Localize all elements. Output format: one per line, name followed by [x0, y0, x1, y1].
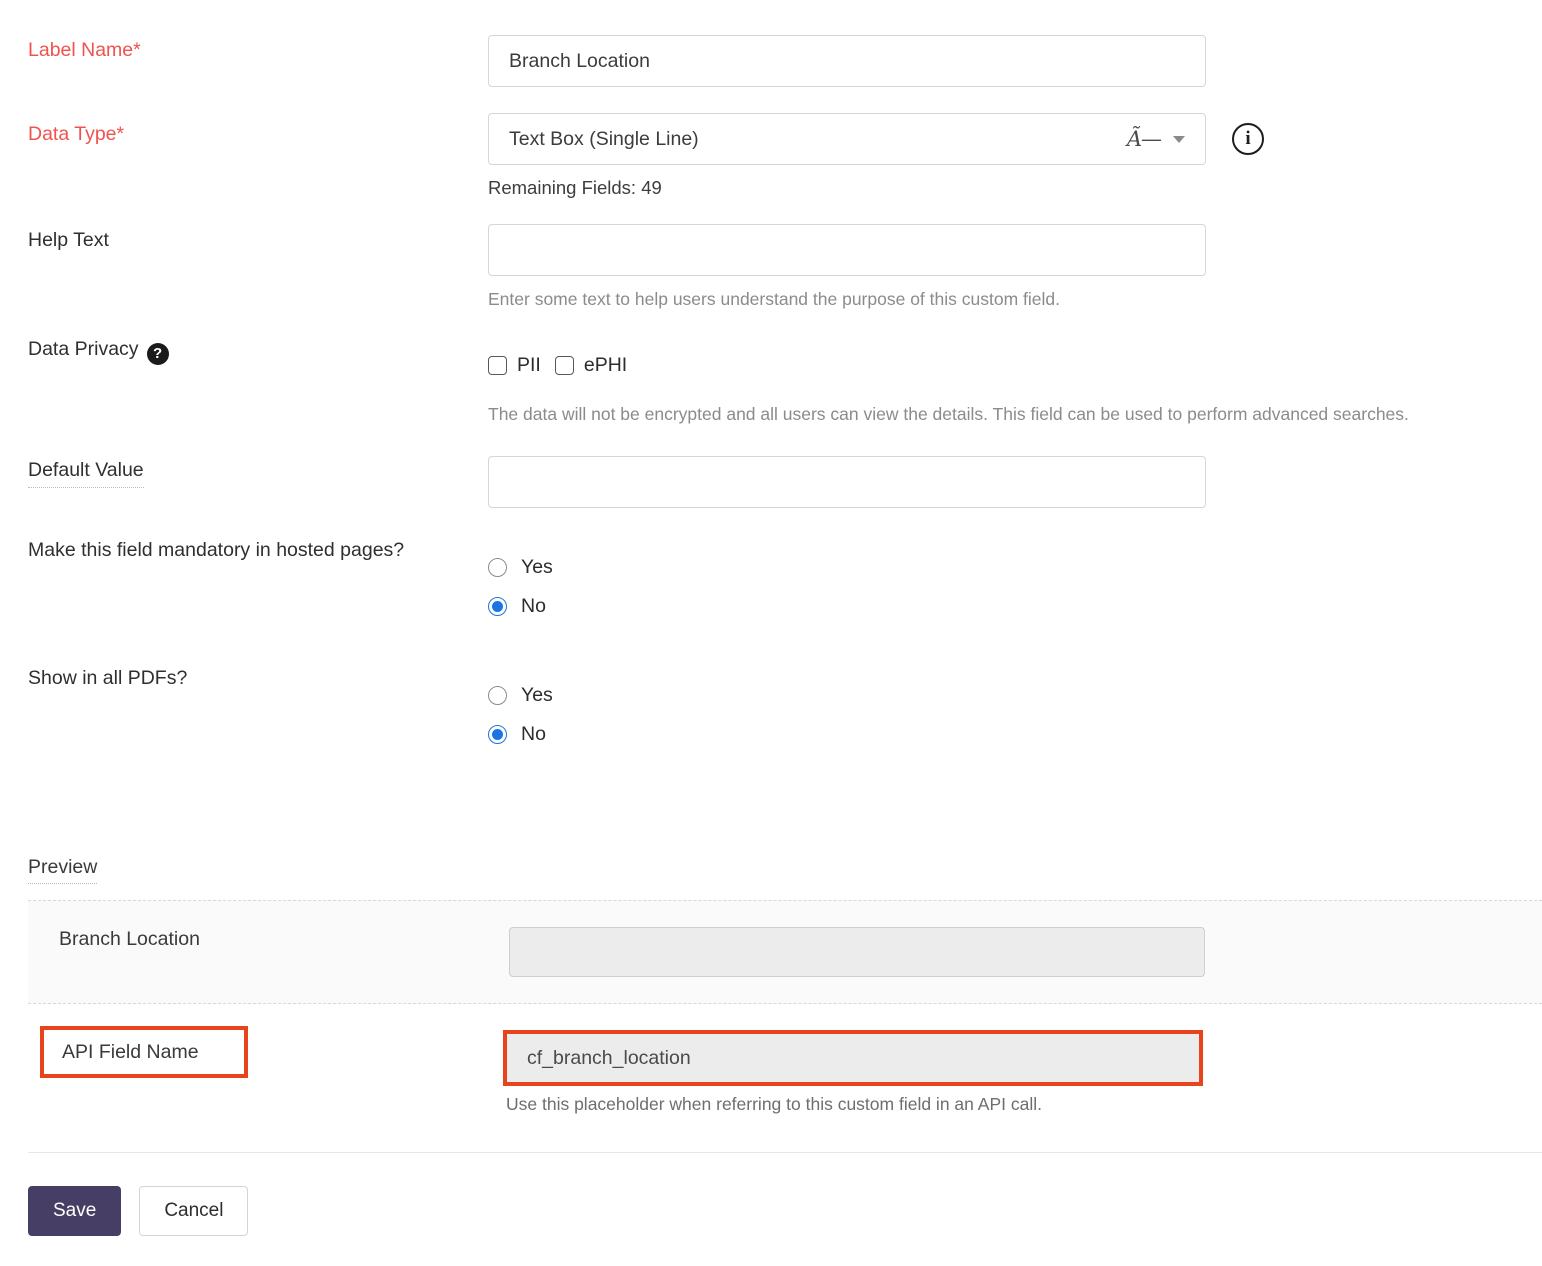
default-value-input[interactable]: [488, 456, 1206, 508]
preview-field-label: Branch Location: [59, 928, 200, 951]
default-value-label-wrap: Default Value: [28, 456, 458, 488]
remaining-fields-text: Remaining Fields: 49: [488, 177, 1206, 199]
default-value-field-wrap: [488, 456, 1206, 508]
mandatory-hosted-label: Make this field mandatory in hosted page…: [28, 536, 428, 565]
api-field-name-label-highlight: API Field Name: [40, 1026, 248, 1078]
cancel-button[interactable]: Cancel: [139, 1186, 248, 1236]
help-text-field-wrap: Enter some text to help users understand…: [488, 224, 1206, 311]
radio-pdf-yes-label: Yes: [521, 684, 553, 707]
api-field-name-value: cf_branch_location: [527, 1047, 691, 1070]
api-field-name-value-highlight[interactable]: cf_branch_location: [503, 1030, 1203, 1086]
label-name-field-wrap: [488, 35, 1206, 87]
preview-row: Branch Location: [28, 900, 1542, 1004]
data-type-field-wrap: Text Box (Single Line) Ã— Remaining Fiel…: [488, 113, 1206, 199]
radio-mandatory-no-label: No: [521, 595, 546, 618]
data-privacy-label: Data Privacy?: [28, 335, 458, 365]
label-name-label: Label Name*: [28, 36, 458, 65]
radio-mandatory-no[interactable]: [488, 597, 507, 616]
radio-pdf-yes[interactable]: [488, 686, 507, 705]
text-box-glyph-icon: Ã—: [1127, 127, 1161, 151]
label-name-input[interactable]: [488, 35, 1206, 87]
help-text-hint: Enter some text to help users understand…: [488, 287, 1206, 311]
show-in-pdfs-radio-group: Yes No: [488, 676, 553, 754]
show-in-pdfs-label: Show in all PDFs?: [28, 664, 458, 693]
radio-row-pdf-yes[interactable]: Yes: [488, 676, 553, 715]
data-type-label: Data Type*: [28, 120, 458, 149]
radio-mandatory-yes[interactable]: [488, 558, 507, 577]
radio-row-yes[interactable]: Yes: [488, 548, 553, 587]
chevron-down-icon[interactable]: [1173, 136, 1185, 143]
data-privacy-label-text: Data Privacy: [28, 338, 139, 360]
custom-field-form: Label Name* Data Type* Text Box (Single …: [0, 0, 1542, 1266]
data-privacy-hint: The data will not be encrypted and all u…: [488, 402, 1409, 426]
preview-field-input: [509, 927, 1205, 977]
help-text-input[interactable]: [488, 224, 1206, 276]
radio-mandatory-yes-label: Yes: [521, 556, 553, 579]
radio-pdf-no[interactable]: [488, 725, 507, 744]
default-value-label: Default Value: [28, 456, 144, 488]
data-privacy-checkbox-group: PII ePHI: [488, 354, 1409, 377]
question-mark-icon[interactable]: ?: [147, 343, 169, 365]
radio-pdf-no-label: No: [521, 723, 546, 746]
help-text-label: Help Text: [28, 226, 458, 255]
info-icon[interactable]: i: [1232, 123, 1264, 155]
mandatory-hosted-radio-group: Yes No: [488, 548, 553, 626]
checkbox-pii[interactable]: [488, 356, 507, 375]
checkbox-ephi[interactable]: [555, 356, 574, 375]
save-button[interactable]: Save: [28, 1186, 121, 1236]
footer-divider: [28, 1152, 1542, 1153]
radio-row-pdf-no[interactable]: No: [488, 715, 553, 754]
checkbox-pii-label: PII: [517, 354, 541, 377]
api-field-name-label: API Field Name: [62, 1041, 199, 1064]
data-type-select[interactable]: Text Box (Single Line) Ã—: [488, 113, 1206, 165]
data-type-selected-value: Text Box (Single Line): [509, 128, 1127, 151]
api-field-name-hint: Use this placeholder when referring to t…: [506, 1094, 1042, 1115]
data-privacy-field-wrap: PII ePHI The data will not be encrypted …: [488, 354, 1409, 426]
checkbox-ephi-label: ePHI: [584, 354, 627, 377]
form-actions: Save Cancel: [28, 1186, 248, 1236]
preview-title: Preview: [28, 856, 97, 884]
radio-row-no[interactable]: No: [488, 587, 553, 626]
